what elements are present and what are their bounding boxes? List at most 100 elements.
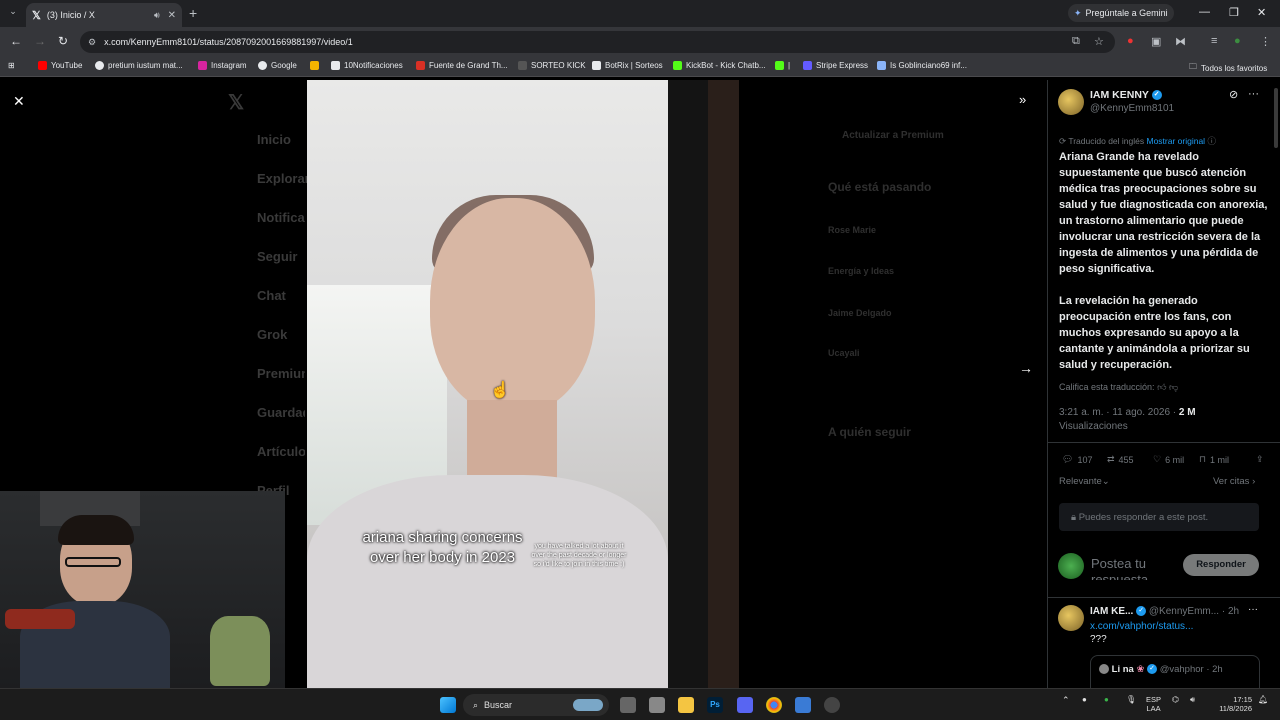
video-player[interactable]: ariana sharing concerns over her body in… xyxy=(307,80,668,688)
collapse-panel-icon[interactable]: » xyxy=(1019,92,1026,107)
like-action[interactable]: ♡ 6 mil xyxy=(1153,454,1184,465)
repost-action[interactable]: ⇄ 455 xyxy=(1107,454,1134,465)
notification-icon[interactable]: 🔔︎ xyxy=(1258,695,1268,704)
all-bookmarks-folder[interactable]: 🗀 Todos los favoritos xyxy=(1189,61,1267,75)
avatar[interactable] xyxy=(1058,605,1084,631)
scrollbar-thumb[interactable] xyxy=(1274,88,1278,148)
bookmark-item[interactable]: 10Notificaciones xyxy=(331,61,403,70)
gemini-button[interactable]: ✦ Pregúntale a Gemini xyxy=(1068,4,1174,22)
author-name[interactable]: IAM KENNY ✓ xyxy=(1090,89,1162,101)
post-timestamp[interactable]: 3:21 a. m. · 11 ago. 2026 · xyxy=(1059,407,1176,418)
bookmark-item[interactable]: Is Goblinciano69 inf... xyxy=(877,61,967,70)
thumbs-up-icon[interactable]: 👍︎ xyxy=(1157,382,1166,392)
share-action[interactable]: ⇪ xyxy=(1256,454,1264,465)
menu-icon[interactable]: ⋮ xyxy=(1260,35,1271,48)
speaker-icon[interactable]: 🔊︎ xyxy=(154,10,160,21)
site-info-icon[interactable]: ⚙ xyxy=(88,37,96,48)
file-explorer-icon[interactable] xyxy=(678,697,694,713)
back-button[interactable]: ← xyxy=(10,34,22,48)
address-bar[interactable]: ⚙ x.com/KennyEmm8101/status/208709200166… xyxy=(80,31,1115,53)
bookmark-youtube[interactable]: YouTube xyxy=(38,61,82,70)
task-view-icon[interactable] xyxy=(620,697,636,713)
reply-author-handle[interactable]: @KennyEmm... xyxy=(1149,606,1219,617)
minimize-button[interactable]: — xyxy=(1199,6,1210,18)
close-window-button[interactable]: ✕ xyxy=(1257,6,1266,19)
chevron-right-icon: › xyxy=(1252,476,1256,487)
bookmark-item[interactable]: KickBot - Kick Chatb... xyxy=(673,61,766,70)
show-hidden-icons[interactable]: ⌃ xyxy=(1062,695,1070,706)
extensions-puzzle-icon[interactable]: ⧓ xyxy=(1175,35,1186,48)
close-tab-icon[interactable]: ✕ xyxy=(168,10,176,21)
verified-badge-icon: ✓ xyxy=(1151,90,1162,101)
reply-button[interactable]: Responder xyxy=(1183,554,1259,576)
view-quotes-link[interactable]: Ver citas › xyxy=(1213,476,1255,487)
extension-icon[interactable]: ▣ xyxy=(1151,35,1161,48)
translate-icon: ⟳ xyxy=(1059,136,1067,146)
info-icon[interactable]: ⓘ xyxy=(1207,136,1216,146)
avatar[interactable] xyxy=(1058,89,1084,115)
new-tab-button[interactable]: + xyxy=(189,5,197,21)
sort-dropdown[interactable]: Relevante⌄ xyxy=(1059,476,1110,487)
bookmark-item[interactable]: | xyxy=(775,61,790,70)
windows-start-icon[interactable] xyxy=(440,697,456,713)
bookmark-favicon-icon xyxy=(416,61,425,70)
more-options-icon[interactable]: ··· xyxy=(1248,88,1259,100)
tray-app-icon[interactable]: ● xyxy=(1104,695,1109,704)
bookmark-item[interactable]: SORTEO KICK xyxy=(518,61,586,70)
more-options-icon[interactable]: ··· xyxy=(1248,604,1258,615)
bookmark-item[interactable]: Instagram xyxy=(198,61,247,70)
bookmark-count: 1 mil xyxy=(1210,454,1230,465)
photoshop-icon[interactable]: Ps xyxy=(707,697,723,713)
video-door-frame xyxy=(708,80,739,688)
taskbar-search[interactable]: ⌕ Buscar xyxy=(463,694,609,716)
app-icon[interactable] xyxy=(824,697,840,713)
microphone-tray-icon[interactable]: 🎙︎ xyxy=(1126,695,1136,704)
reply-action[interactable]: 💬︎ 107 xyxy=(1062,454,1092,465)
language-indicator[interactable]: ESP LAA xyxy=(1146,695,1161,713)
bookmark-item[interactable] xyxy=(310,61,319,70)
quoted-post[interactable]: Li na ❀ ✓ @vahphor · 2h xyxy=(1090,655,1260,688)
extension-icon[interactable]: ● xyxy=(1127,35,1134,47)
clock[interactable]: 17:15 11/8/2026 xyxy=(1210,695,1252,713)
browser-tab[interactable]: 𝕏 (3) Inicio / X 🔊︎ ✕ xyxy=(26,3,182,27)
author-handle[interactable]: @KennyEmm8101 xyxy=(1090,103,1174,114)
thumbs-down-icon[interactable]: 👎︎ xyxy=(1169,382,1178,392)
grok-icon[interactable]: ⊘ xyxy=(1229,88,1238,101)
bookmark-favicon-icon xyxy=(775,61,784,70)
bookmark-item[interactable]: Google xyxy=(258,61,297,70)
hand-cursor-icon: ☝ xyxy=(490,382,510,399)
who-to-follow-title: A quién seguir xyxy=(828,425,911,439)
reply-input[interactable]: Postea tu respuesta xyxy=(1091,556,1176,580)
bookmark-action[interactable]: ⊓ 1 mil xyxy=(1199,454,1229,465)
reply-author-name[interactable]: IAM KE... xyxy=(1090,606,1133,617)
bookmark-item[interactable]: BotRix | Sorteos xyxy=(592,61,663,70)
forward-button[interactable]: → xyxy=(34,34,46,48)
bookmark-item[interactable]: Fuente de Grand Th... xyxy=(416,61,508,70)
next-media-arrow-icon[interactable]: → xyxy=(1019,360,1033,376)
close-media-button[interactable]: ✕ xyxy=(13,93,25,110)
show-original-link[interactable]: Mostrar original xyxy=(1146,136,1205,146)
apps-grid-icon[interactable]: ⊞ xyxy=(8,61,15,70)
bookmark-item[interactable]: pretium iustum mat... xyxy=(95,61,183,70)
install-app-icon[interactable]: ⧉ xyxy=(1072,35,1080,48)
tab-search-icon[interactable]: ⌄ xyxy=(6,6,20,20)
reload-button[interactable]: ↻ xyxy=(58,34,68,48)
network-icon[interactable]: ⌬ xyxy=(1172,695,1179,704)
profile-avatar-icon[interactable]: ● xyxy=(1234,35,1241,47)
webcam-overlay xyxy=(0,491,285,688)
discord-icon[interactable] xyxy=(737,697,753,713)
tab-list-icon[interactable]: ≡ xyxy=(1211,35,1217,47)
maximize-button[interactable]: ❐ xyxy=(1229,6,1239,19)
bookmark-item[interactable]: Stripe Express xyxy=(803,61,868,70)
google-icon xyxy=(258,61,267,70)
volume-icon[interactable]: 🔊︎ xyxy=(1190,695,1195,705)
bookmark-star-icon[interactable]: ☆ xyxy=(1094,35,1104,48)
trend-item: Rose Marie xyxy=(828,225,877,235)
app-icon[interactable] xyxy=(795,697,811,713)
nav-item: Explorar xyxy=(257,171,310,186)
reply-link[interactable]: x.com/vahphor/status... xyxy=(1090,621,1193,632)
app-icon[interactable] xyxy=(649,697,665,713)
chrome-icon[interactable] xyxy=(766,697,782,713)
quoted-age: · 2h xyxy=(1206,664,1223,675)
tray-app-icon[interactable]: ● xyxy=(1082,695,1087,704)
